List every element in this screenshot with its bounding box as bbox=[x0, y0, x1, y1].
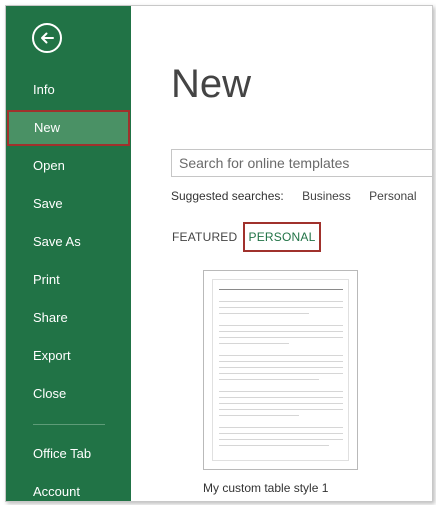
preview-line bbox=[219, 415, 299, 416]
preview-line bbox=[219, 289, 343, 290]
preview-line bbox=[219, 403, 343, 404]
back-arrow-icon bbox=[41, 32, 54, 44]
main-panel: New Suggested searches: Business Persona… bbox=[131, 6, 432, 501]
preview-line bbox=[219, 361, 343, 362]
template-thumbnail[interactable] bbox=[203, 270, 358, 470]
preview-line bbox=[219, 427, 343, 428]
sidebar-item-save[interactable]: Save bbox=[6, 186, 131, 222]
preview-line bbox=[219, 373, 343, 374]
sidebar-item-open[interactable]: Open bbox=[6, 148, 131, 184]
suggested-link-business[interactable]: Business bbox=[302, 189, 351, 203]
preview-line bbox=[219, 397, 343, 398]
suggested-searches: Suggested searches: Business Personal In bbox=[171, 189, 432, 203]
template-preview bbox=[212, 279, 349, 461]
preview-line bbox=[219, 439, 343, 440]
back-button[interactable] bbox=[32, 23, 62, 53]
sidebar-item-new[interactable]: New bbox=[7, 110, 130, 146]
preview-line bbox=[219, 343, 289, 344]
tab-personal[interactable]: PERSONAL bbox=[243, 222, 321, 252]
preview-line bbox=[219, 445, 329, 446]
search-input[interactable] bbox=[171, 149, 432, 177]
preview-line bbox=[219, 301, 343, 302]
suggested-searches-label: Suggested searches: bbox=[171, 189, 284, 203]
suggested-link-personal[interactable]: Personal bbox=[369, 189, 416, 203]
preview-line bbox=[219, 337, 343, 338]
preview-line bbox=[219, 391, 343, 392]
sidebar-item-info[interactable]: Info bbox=[6, 72, 131, 108]
sidebar-item-save-as[interactable]: Save As bbox=[6, 224, 131, 260]
tab-featured[interactable]: FEATURED bbox=[172, 230, 237, 244]
sidebar-item-export[interactable]: Export bbox=[6, 338, 131, 374]
sidebar-item-account[interactable]: Account bbox=[6, 474, 131, 501]
preview-line bbox=[219, 409, 343, 410]
preview-line bbox=[219, 313, 309, 314]
sidebar-divider bbox=[33, 424, 105, 425]
template-name[interactable]: My custom table style 1 bbox=[203, 481, 328, 495]
preview-line bbox=[219, 367, 343, 368]
sidebar-item-close[interactable]: Close bbox=[6, 376, 131, 412]
preview-line bbox=[219, 379, 319, 380]
sidebar-item-office-tab[interactable]: Office Tab bbox=[6, 436, 131, 472]
preview-line bbox=[219, 355, 343, 356]
sidebar-item-print[interactable]: Print bbox=[6, 262, 131, 298]
sidebar-item-share[interactable]: Share bbox=[6, 300, 131, 336]
backstage-sidebar: Info New Open Save Save As Print Share E… bbox=[6, 6, 131, 501]
preview-line bbox=[219, 433, 343, 434]
page-title: New bbox=[171, 62, 252, 106]
preview-line bbox=[219, 331, 343, 332]
preview-line bbox=[219, 325, 343, 326]
backstage-window: Info New Open Save Save As Print Share E… bbox=[5, 5, 433, 502]
preview-line bbox=[219, 307, 343, 308]
